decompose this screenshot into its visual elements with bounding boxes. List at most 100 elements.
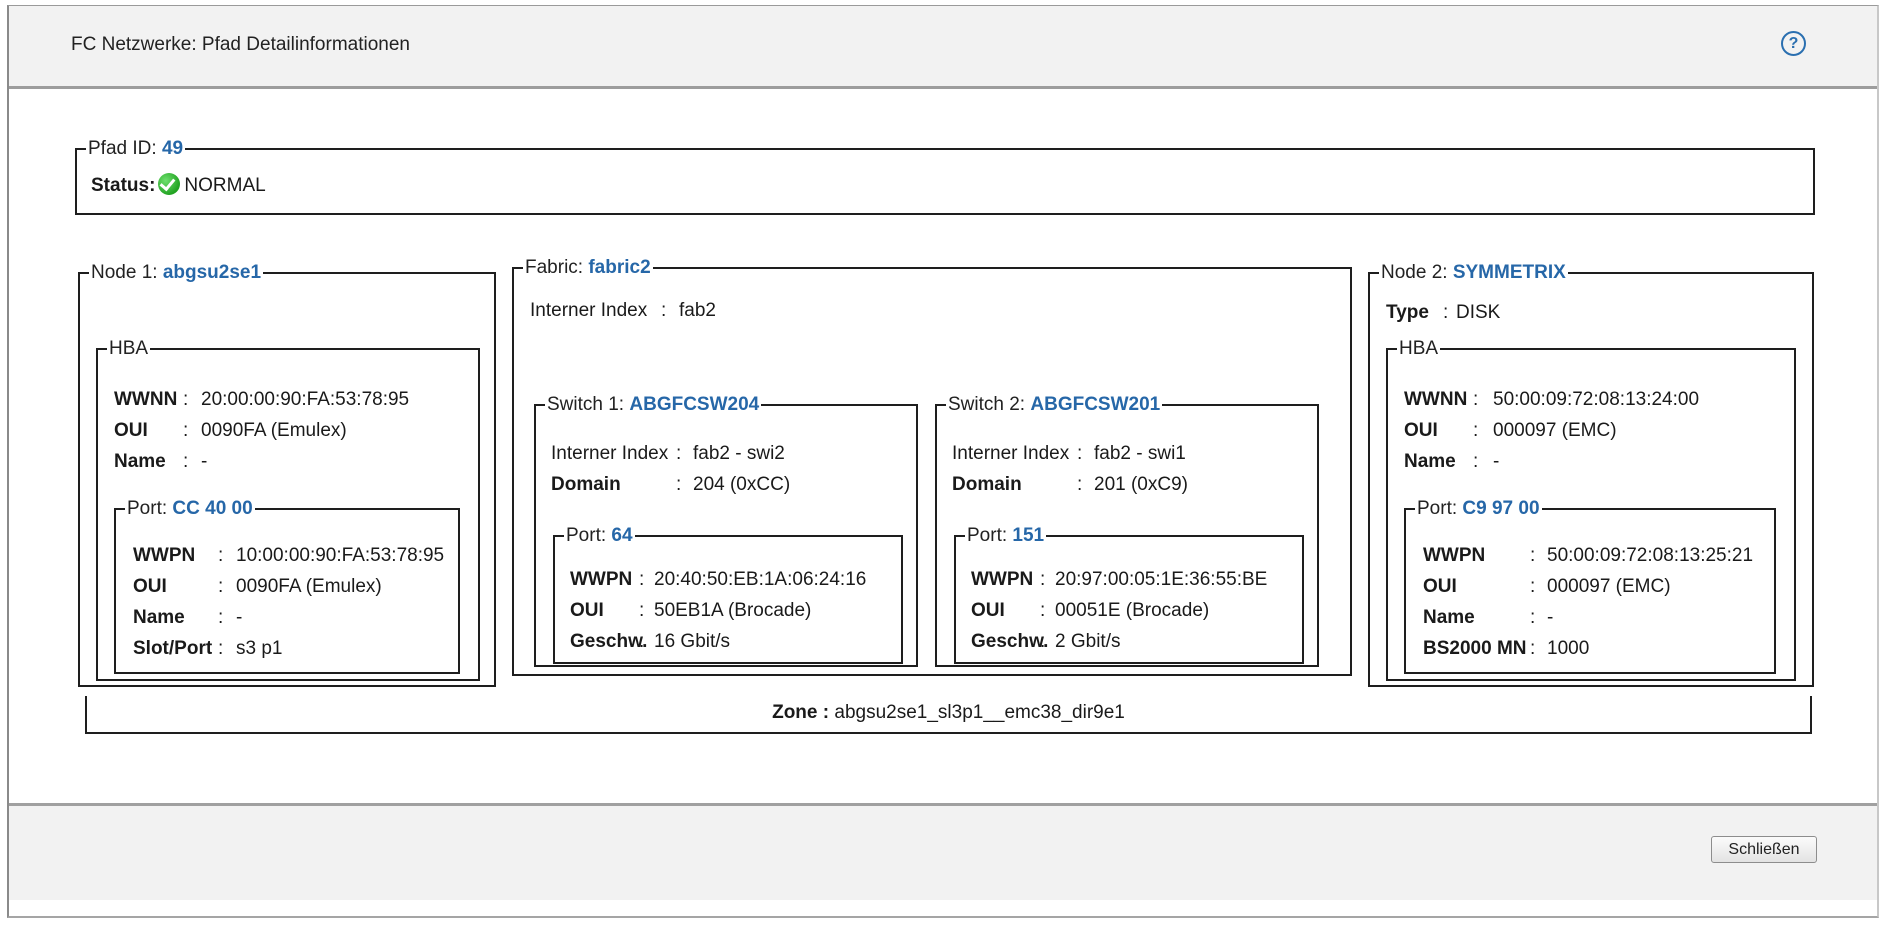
- separator: :: [1077, 443, 1083, 464]
- fabric-index-value: fab2: [679, 300, 716, 321]
- node1-name: abgsu2se1: [162, 262, 262, 283]
- node1-port-oui-value: 0090FA (Emulex): [236, 576, 382, 597]
- switch1-port-id: 64: [611, 525, 633, 546]
- zone-value: abgsu2se1_sl3p1__emc38_dir9e1: [834, 702, 1125, 723]
- switch1-domain-label: Domain: [551, 474, 621, 495]
- node1-port-name-label: Name: [133, 607, 185, 628]
- switch2-oui-value: 00051E (Brocade): [1055, 600, 1210, 621]
- node2-name-value: -: [1493, 451, 1500, 472]
- switch1-port-box: Port: 64 WWPN : 20:40:50:EB:1A:06:24:16 …: [553, 526, 903, 664]
- separator: :: [1443, 302, 1449, 323]
- switch1-box: Switch 1: ABGFCSW204 Interner Index : fa…: [534, 395, 918, 667]
- node2-port-name-value: -: [1547, 607, 1554, 628]
- separator: :: [1473, 451, 1479, 472]
- switch2-oui-label: OUI: [971, 600, 1005, 621]
- node2-port-box: Port: C9 97 00 WWPN : 50:00:09:72:08:13:…: [1404, 499, 1776, 674]
- switch1-wwpn-label: WWPN: [570, 569, 633, 590]
- node2-mn-value: 1000: [1547, 638, 1590, 659]
- switch1-oui-value: 50EB1A (Brocade): [654, 600, 812, 621]
- node2-wwpn-label: WWPN: [1423, 545, 1486, 566]
- switch1-legend: Switch 1: ABGFCSW204: [547, 394, 760, 415]
- close-button[interactable]: Schließen: [1711, 836, 1817, 863]
- separator: :: [639, 569, 645, 590]
- switch2-domain-value: 201 (0xC9): [1094, 474, 1188, 495]
- separator: :: [1530, 638, 1536, 659]
- node2-type-value: DISK: [1456, 302, 1501, 323]
- node2-hba-legend: HBA: [1399, 338, 1439, 359]
- node2-hba-box: HBA WWNN : 50:00:09:72:08:13:24:00 OUI :…: [1386, 339, 1796, 681]
- node1-wwnn-label: WWNN: [114, 389, 178, 410]
- status-row: Status: NORMAL: [91, 173, 266, 197]
- zone-label: Zone :: [772, 702, 830, 723]
- node2-mn-label: BS2000 MN: [1423, 638, 1527, 659]
- node2-wwpn-value: 50:00:09:72:08:13:25:21: [1547, 545, 1754, 566]
- switch2-wwpn-label: WWPN: [971, 569, 1034, 590]
- node1-wwpn-value: 10:00:00:90:FA:53:78:95: [236, 545, 445, 566]
- node2-name-label: Name: [1404, 451, 1456, 472]
- switch2-box: Switch 2: ABGFCSW201 Interner Index : fa…: [935, 395, 1319, 667]
- node2-legend: Node 2: SYMMETRIX: [1381, 262, 1566, 283]
- switch2-speed-value: 2 Gbit/s: [1055, 631, 1121, 652]
- node1-port-id: CC 40 00: [172, 498, 253, 519]
- switch2-name: ABGFCSW201: [1030, 394, 1161, 415]
- path-detail-dialog: FC Netzwerke: Pfad Detailinformationen ?…: [7, 5, 1879, 918]
- switch2-port-id: 151: [1012, 525, 1045, 546]
- node1-port-name-value: -: [236, 607, 243, 628]
- node2-port-id: C9 97 00: [1462, 498, 1540, 519]
- node1-name-label: Name: [114, 451, 166, 472]
- path-id-legend: Pfad ID: 49: [88, 138, 184, 159]
- node2-port-legend: Port: C9 97 00: [1417, 498, 1540, 519]
- node1-name-value: -: [201, 451, 208, 472]
- separator: :: [183, 420, 189, 441]
- switch2-wwpn-value: 20:97:00:05:1E:36:55:BE: [1055, 569, 1268, 590]
- dialog-titlebar: FC Netzwerke: Pfad Detailinformationen ?: [9, 6, 1877, 89]
- switch2-speed-label: Geschw.: [971, 631, 1049, 652]
- switch2-legend: Switch 2: ABGFCSW201: [948, 394, 1161, 415]
- node2-oui-label: OUI: [1404, 420, 1438, 441]
- switch2-port-box: Port: 151 WWPN : 20:97:00:05:1E:36:55:BE…: [954, 526, 1304, 664]
- node1-box: Node 1: abgsu2se1 HBA WWNN : 20:00:00:90…: [78, 263, 496, 687]
- node1-wwnn-value: 20:00:00:90:FA:53:78:95: [201, 389, 410, 410]
- node1-legend: Node 1: abgsu2se1: [91, 262, 262, 283]
- node1-slot-label: Slot/Port: [133, 638, 213, 659]
- switch1-name: ABGFCSW204: [629, 394, 760, 415]
- separator: :: [1530, 607, 1536, 628]
- node2-wwnn-value: 50:00:09:72:08:13:24:00: [1493, 389, 1700, 410]
- switch2-index-label: Interner Index: [952, 443, 1070, 464]
- separator: :: [1040, 600, 1046, 621]
- switch1-port-legend: Port: 64: [566, 525, 633, 546]
- node2-wwnn-label: WWNN: [1404, 389, 1468, 410]
- switch1-speed-label: Geschw.: [570, 631, 648, 652]
- switch1-domain-value: 204 (0xCC): [693, 474, 791, 495]
- separator: :: [639, 600, 645, 621]
- node1-wwpn-label: WWPN: [133, 545, 196, 566]
- node1-port-oui-label: OUI: [133, 576, 167, 597]
- fabric-box: Fabric: fabric2 Interner Index : fab2 Sw…: [512, 258, 1352, 676]
- separator: :: [1040, 569, 1046, 590]
- switch1-oui-label: OUI: [570, 600, 604, 621]
- path-id-value: 49: [161, 138, 184, 159]
- node2-type-label: Type: [1386, 302, 1429, 323]
- zone-box: Zone : abgsu2se1_sl3p1__emc38_dir9e1: [85, 696, 1812, 734]
- separator: :: [183, 389, 189, 410]
- check-circle-icon: [158, 173, 181, 195]
- switch2-port-legend: Port: 151: [967, 525, 1045, 546]
- help-icon[interactable]: ?: [1781, 31, 1806, 56]
- dialog-footer: Schließen: [9, 803, 1877, 900]
- node2-box: Node 2: SYMMETRIX Type : DISK HBA WWNN :…: [1368, 263, 1814, 687]
- status-value: NORMAL: [184, 175, 266, 196]
- switch1-wwpn-value: 20:40:50:EB:1A:06:24:16: [654, 569, 867, 590]
- separator: :: [183, 451, 189, 472]
- path-id-box: Pfad ID: 49 Status: NORMAL: [75, 139, 1815, 215]
- separator: :: [218, 576, 224, 597]
- separator: :: [661, 300, 667, 321]
- node1-oui-value: 0090FA (Emulex): [201, 420, 347, 441]
- separator: :: [1077, 474, 1083, 495]
- separator: :: [218, 607, 224, 628]
- switch1-index-value: fab2 - swi2: [693, 443, 785, 464]
- switch1-speed-value: 16 Gbit/s: [654, 631, 731, 652]
- node2-port-oui-label: OUI: [1423, 576, 1457, 597]
- node2-oui-value: 000097 (EMC): [1493, 420, 1617, 441]
- node2-name: SYMMETRIX: [1452, 262, 1566, 283]
- separator: :: [1530, 545, 1536, 566]
